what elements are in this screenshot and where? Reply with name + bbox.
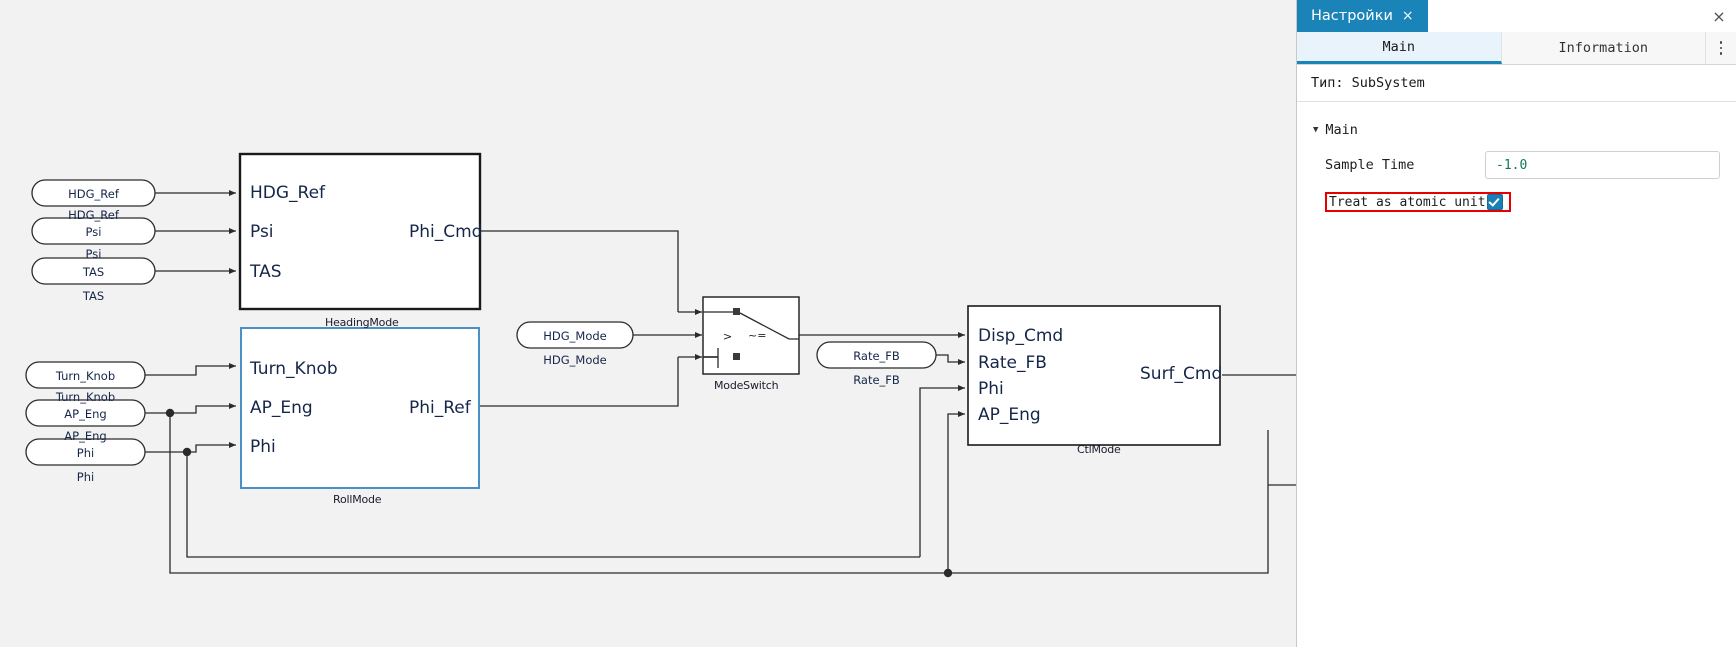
port-label-hdg-ref: HDG_Ref — [250, 183, 326, 203]
application-window: HDG_Ref Psi TAS Phi_Cmd HeadingMode Turn… — [0, 0, 1736, 647]
port-label-ctl-phi: Phi — [978, 379, 1004, 399]
block-name-modeswitch: ModeSwitch — [714, 379, 779, 392]
port-label-disp-cmd: Disp_Cmd — [978, 326, 1064, 346]
inport-tas-text[interactable]: TAS — [32, 265, 155, 279]
section-title-main: Main — [1325, 122, 1358, 138]
tabs-overflow-button[interactable] — [1706, 32, 1736, 64]
port-label-surf-cmd: Surf_Cmd — [1140, 364, 1223, 384]
close-icon[interactable]: × — [1402, 9, 1414, 23]
port-label-phi-cmd: Phi_Cmd — [409, 222, 483, 242]
switch-ne-symbol: ~= — [748, 329, 767, 342]
inport-hdg-mode-text[interactable]: HDG_Mode — [517, 329, 633, 343]
block-name-ctlmode: CtlMode — [1077, 443, 1121, 456]
titlebar-spacer — [1428, 0, 1702, 32]
treat-as-atomic-unit-label: Treat as atomic unit — [1329, 194, 1486, 210]
panel-close-icon[interactable]: × — [1702, 0, 1736, 32]
tab-main-label: Main — [1382, 38, 1415, 55]
model-canvas[interactable]: HDG_Ref Psi TAS Phi_Cmd HeadingMode Turn… — [0, 0, 1296, 647]
inport-turn-knob-text[interactable]: Turn_Knob — [26, 369, 145, 383]
panel-tabs: Main Information — [1297, 32, 1736, 65]
panel-titlebar: Настройки × × — [1297, 0, 1736, 32]
port-label-ap-eng: AP_Eng — [250, 398, 313, 418]
inport-rate-fb-caption: Rate_FB — [853, 373, 900, 387]
block-name-rollmode: RollMode — [333, 493, 382, 506]
block-name-headingmode: HeadingMode — [325, 316, 399, 329]
inport-phi-text[interactable]: Phi — [26, 446, 145, 460]
tab-information-label: Information — [1558, 40, 1648, 56]
port-label-phi-ref: Phi_Ref — [409, 398, 471, 418]
inport-hdg-ref-text[interactable]: HDG_Ref — [32, 187, 155, 201]
inport-ap-eng-text[interactable]: AP_Eng — [26, 407, 145, 421]
inport-tas-caption: TAS — [82, 289, 105, 303]
port-label-rate-fb: Rate_FB — [978, 353, 1047, 373]
port-label-tas: TAS — [250, 262, 282, 282]
port-label-turn-knob: Turn_Knob — [250, 359, 338, 379]
field-row-sample-time: Sample Time -1.0 — [1297, 144, 1736, 186]
port-label-psi: Psi — [250, 222, 274, 242]
treat-as-atomic-unit-checkbox[interactable] — [1487, 194, 1503, 210]
section-header-main[interactable]: ▼ Main — [1297, 116, 1736, 144]
switch-gt-symbol: > — [723, 330, 733, 343]
tab-main[interactable]: Main — [1297, 32, 1502, 64]
treat-as-atomic-unit-row[interactable]: Treat as atomic unit — [1325, 192, 1511, 212]
inport-psi-caption: Psi — [85, 247, 102, 261]
inport-hdg-mode-caption: HDG_Mode — [543, 353, 607, 367]
inport-ap-eng-caption: AP_Eng — [64, 429, 107, 443]
properties-panel: Настройки × × Main Information Тип: SubS… — [1296, 0, 1736, 647]
inport-hdg-ref-caption: HDG_Ref — [68, 208, 119, 222]
port-label-ctl-ap-eng: AP_Eng — [978, 405, 1041, 425]
tab-information[interactable]: Information — [1501, 32, 1706, 64]
inport-rate-fb-text[interactable]: Rate_FB — [817, 349, 936, 363]
sample-time-input[interactable]: -1.0 — [1485, 151, 1720, 179]
model-diagram — [25, 152, 1296, 578]
inport-turn-knob-caption: Turn_Knob — [55, 390, 116, 404]
panel-chip-title: Настройки — [1311, 8, 1393, 24]
kebab-menu-icon — [1719, 41, 1723, 55]
port-label-phi: Phi — [250, 437, 276, 457]
sample-time-label: Sample Time — [1325, 157, 1415, 173]
inport-psi-text[interactable]: Psi — [32, 225, 155, 239]
object-type-line: Тип: SubSystem — [1297, 65, 1736, 102]
inport-phi-caption: Phi — [76, 470, 95, 484]
chevron-down-icon: ▼ — [1313, 124, 1319, 135]
panel-body: ▼ Main Sample Time -1.0 Treat as atomic … — [1297, 102, 1736, 647]
panel-tab-chip-settings[interactable]: Настройки × — [1297, 0, 1428, 32]
